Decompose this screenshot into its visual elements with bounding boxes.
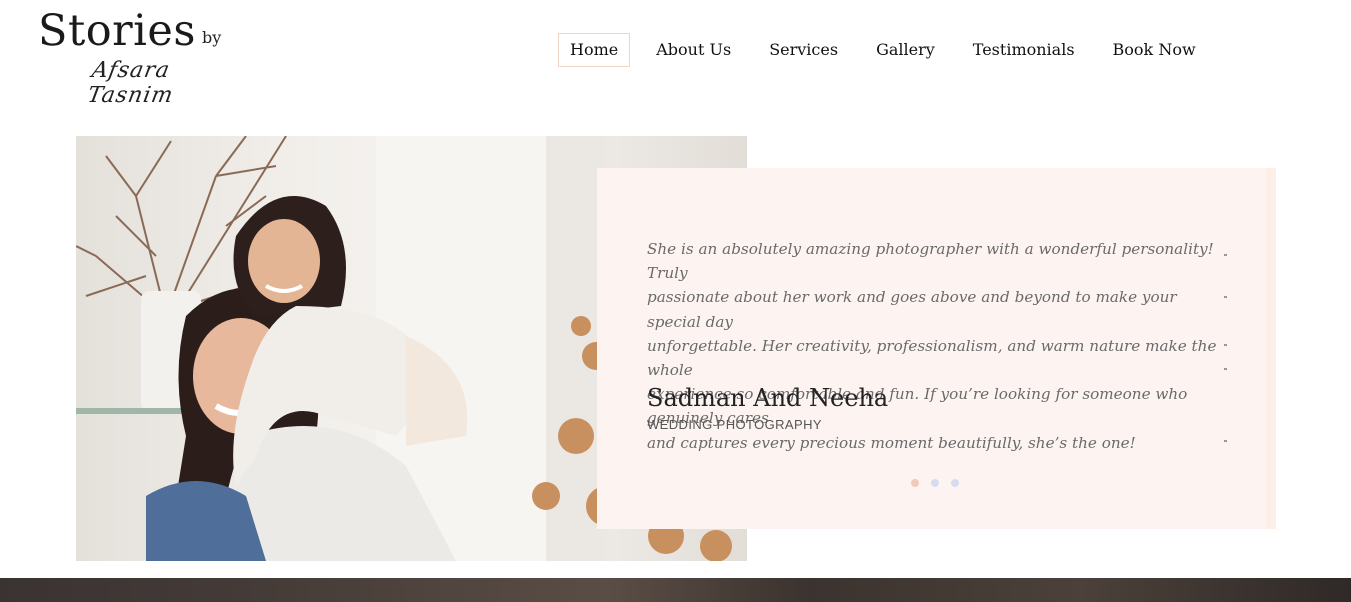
testimonial-card: She is an absolutely amazing photographe… xyxy=(597,168,1276,529)
testimonial-author: Sadman And Neeha xyxy=(647,384,889,412)
brand-signature: Afsara Tasnim xyxy=(85,58,176,108)
main-nav: Home About Us Services Gallery Testimoni… xyxy=(558,33,1222,67)
nav-item-about-us[interactable]: About Us xyxy=(644,33,743,67)
slider-dot-2[interactable] xyxy=(931,479,939,487)
nav-item-home[interactable]: Home xyxy=(558,33,631,67)
nav-item-book-now[interactable]: Book Now xyxy=(1101,33,1208,67)
brand-title: Stories xyxy=(38,6,196,56)
brand-logo[interactable]: Stories by Afsara Tasnim xyxy=(38,6,238,108)
brand-by: by xyxy=(202,28,222,47)
next-section-banner xyxy=(0,578,1351,602)
slider-pagination xyxy=(911,479,959,487)
next-slide-peek xyxy=(1224,248,1228,448)
slider-dot-3[interactable] xyxy=(951,479,959,487)
slider-dot-1[interactable] xyxy=(911,479,919,487)
testimonial-service: WEDDING PHOTOGRAPHY xyxy=(647,417,822,432)
nav-item-gallery[interactable]: Gallery xyxy=(864,33,947,67)
next-slide-edge xyxy=(1266,168,1276,529)
nav-item-testimonials[interactable]: Testimonials xyxy=(961,33,1087,67)
nav-item-services[interactable]: Services xyxy=(757,33,850,67)
